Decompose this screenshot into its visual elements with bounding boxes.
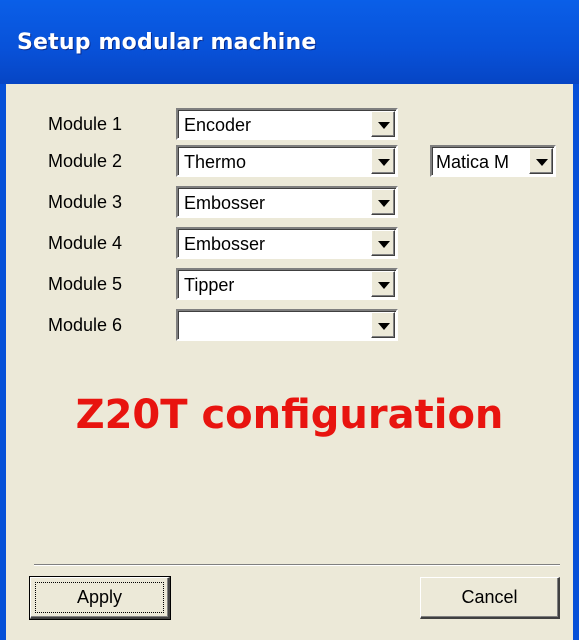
module-3-value: Embosser <box>184 193 266 213</box>
module-5-select[interactable]: Tipper <box>176 268 398 300</box>
module-5-value: Tipper <box>184 275 235 295</box>
chevron-down-icon <box>378 241 390 248</box>
module-3-dropdown-button[interactable] <box>371 189 395 215</box>
module-6-label: Module 6 <box>48 315 123 335</box>
dialog-body: Module 1 Encoder Module 2 Thermo Matica … <box>6 84 573 640</box>
module-4-label: Module 4 <box>48 233 123 253</box>
cancel-button-label: Cancel <box>461 587 518 607</box>
module-2-label: Module 2 <box>48 151 123 171</box>
thermo-option-select[interactable]: Matica M <box>430 145 556 177</box>
module-4-dropdown-button[interactable] <box>371 230 395 256</box>
module-1-label: Module 1 <box>48 114 123 134</box>
module-4-value: Embosser <box>184 234 266 254</box>
focus-rectangle <box>35 582 164 613</box>
module-1-select[interactable]: Encoder <box>176 108 398 140</box>
chevron-down-icon <box>378 282 390 289</box>
module-3-label: Module 3 <box>48 192 123 212</box>
separator-line <box>34 564 560 566</box>
module-5-dropdown-button[interactable] <box>371 271 395 297</box>
module-6-select[interactable] <box>176 309 398 341</box>
module-2-value: Thermo <box>184 152 247 172</box>
dialog-window: Setup modular machine Module 1 Encoder M… <box>0 0 579 640</box>
apply-button[interactable]: Apply <box>29 576 171 620</box>
module-2-dropdown-button[interactable] <box>371 148 395 174</box>
cancel-button[interactable]: Cancel <box>420 577 560 619</box>
window-frame-right <box>573 84 579 640</box>
module-1-dropdown-button[interactable] <box>371 111 395 137</box>
chevron-down-icon <box>378 122 390 129</box>
chevron-down-icon <box>378 200 390 207</box>
thermo-option-dropdown-button[interactable] <box>529 148 553 174</box>
module-3-select[interactable]: Embosser <box>176 186 398 218</box>
chevron-down-icon <box>536 159 548 166</box>
window-title: Setup modular machine <box>17 30 317 55</box>
chevron-down-icon <box>378 323 390 330</box>
title-bar[interactable]: Setup modular machine <box>0 0 579 84</box>
thermo-option-value: Matica M <box>436 152 510 172</box>
configuration-label: Z20T configuration <box>75 392 504 438</box>
module-4-select[interactable]: Embosser <box>176 227 398 259</box>
module-6-dropdown-button[interactable] <box>371 312 395 338</box>
chevron-down-icon <box>378 159 390 166</box>
module-5-label: Module 5 <box>48 274 123 294</box>
module-2-select[interactable]: Thermo <box>176 145 398 177</box>
module-1-value: Encoder <box>184 115 252 135</box>
